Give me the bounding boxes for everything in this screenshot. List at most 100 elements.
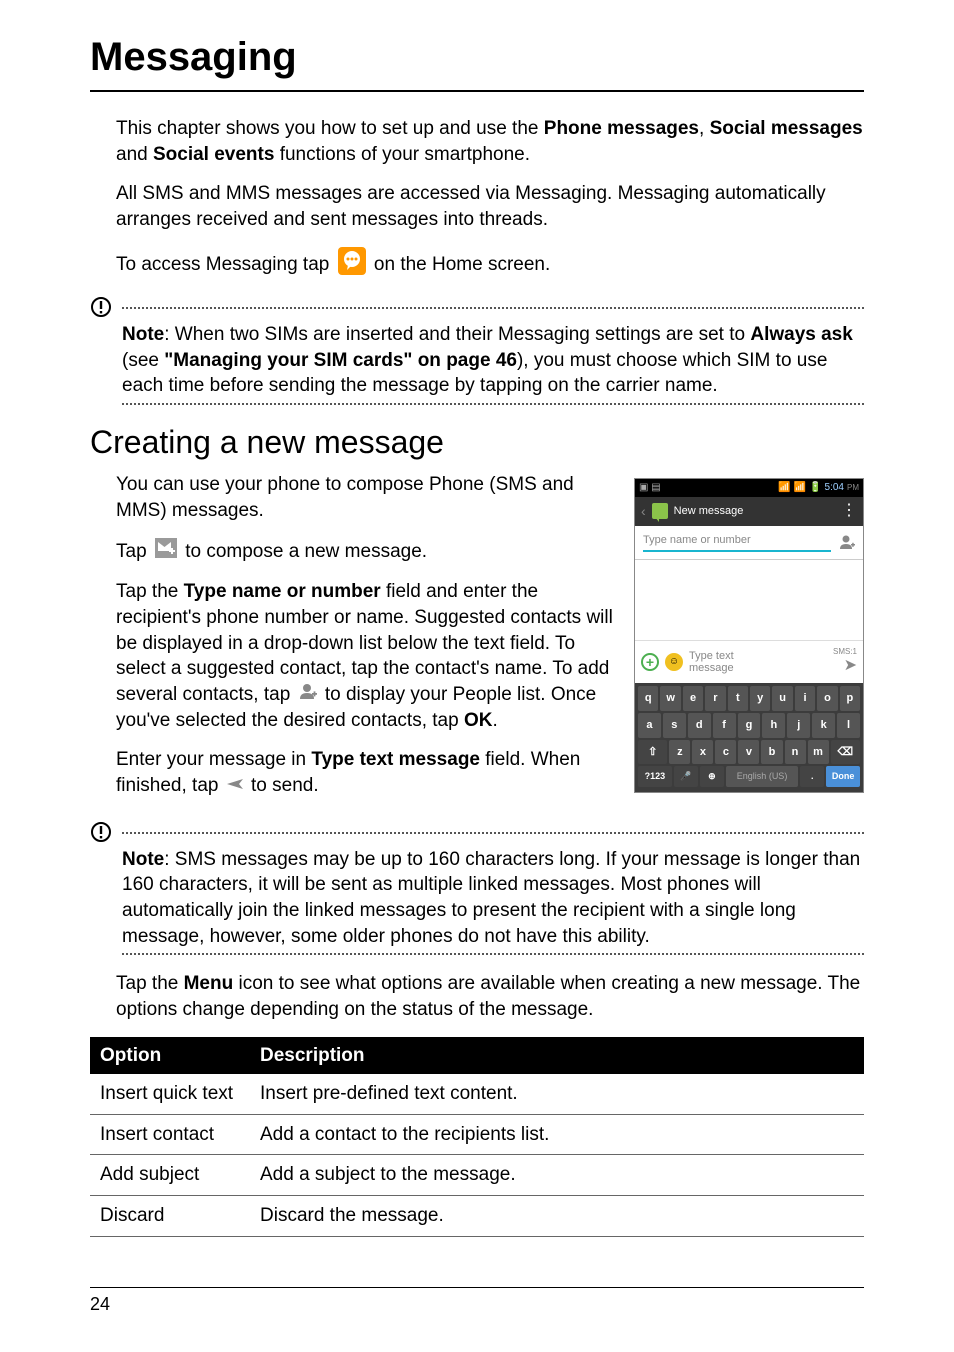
key[interactable]: r [705, 686, 725, 711]
attach-icon[interactable]: + [641, 653, 659, 671]
status-icons-right: 📶📶🔋 5:04 PM [778, 481, 859, 495]
intro-p1: This chapter shows you how to set up and… [116, 116, 864, 167]
cell-option: Discard [90, 1196, 250, 1237]
phone-screenshot: ▣ ▤ 📶📶🔋 5:04 PM ‹ New message ⋮ Type nam… [634, 478, 864, 792]
key[interactable]: l [837, 713, 860, 738]
text: Tap the [116, 973, 184, 994]
soft-keyboard: q w e r t y u i o p a s d f g h j k l ⇧ … [635, 683, 863, 792]
bold: "Managing your SIM cards" on page 46 [164, 350, 517, 371]
bold: Menu [184, 973, 234, 994]
phone-status-bar: ▣ ▤ 📶📶🔋 5:04 PM [635, 479, 863, 497]
text: message [689, 662, 734, 674]
compose-row: + ☺ Type text message SMS:1 ➤ [635, 640, 863, 683]
messaging-icon [652, 503, 668, 519]
text: : When two SIMs are inserted and their M… [164, 324, 750, 345]
screen-title: New message [674, 504, 744, 519]
text: and [116, 144, 153, 165]
page-title: Messaging [90, 30, 864, 84]
key[interactable]: n [785, 740, 806, 765]
compose-message-icon [155, 538, 177, 566]
back-icon[interactable]: ‹ [641, 502, 646, 521]
space-key[interactable]: English (US) [726, 766, 798, 786]
emoji-icon[interactable]: ☺ [665, 653, 683, 671]
key[interactable]: p [840, 686, 860, 711]
note-sim: Note: When two SIMs are inserted and the… [90, 296, 864, 409]
period-key[interactable]: . [800, 766, 824, 786]
key[interactable]: e [683, 686, 703, 711]
col-description: Description [250, 1037, 864, 1075]
alert-icon [90, 821, 112, 847]
add-contact-icon[interactable] [839, 534, 855, 550]
key[interactable]: f [713, 713, 736, 738]
status-pm: PM [847, 483, 859, 494]
text: (see [122, 350, 164, 371]
bold: Type text message [311, 749, 480, 770]
key[interactable]: b [761, 740, 782, 765]
cell-desc: Add a subject to the message. [250, 1155, 864, 1196]
key[interactable]: a [638, 713, 661, 738]
intro-p3: To access Messaging tap on the Home scre… [116, 247, 864, 283]
mic-key[interactable]: 🎤 [674, 766, 698, 786]
key[interactable]: g [738, 713, 761, 738]
text: , [699, 118, 710, 139]
key[interactable]: v [738, 740, 759, 765]
key[interactable]: u [772, 686, 792, 711]
key[interactable]: j [787, 713, 810, 738]
text: functions of your smartphone. [274, 144, 530, 165]
message-body-area [635, 560, 863, 640]
key[interactable]: s [663, 713, 686, 738]
backspace-key[interactable]: ⌫ [831, 740, 860, 765]
text: Tap [116, 540, 152, 561]
send-arrow-icon [227, 773, 243, 799]
section-title: Creating a new message [90, 421, 864, 464]
recipient-input[interactable]: Type name or number [643, 533, 831, 552]
add-contact-icon [299, 682, 317, 708]
text: . [492, 710, 497, 731]
menu-icon[interactable]: ⋮ [841, 503, 857, 519]
key[interactable]: x [692, 740, 713, 765]
compose-input[interactable]: Type text message [689, 650, 827, 674]
menu-paragraph: Tap the Menu icon to see what options ar… [116, 971, 864, 1022]
status-icons-left: ▣ ▤ [639, 481, 661, 495]
key[interactable]: o [817, 686, 837, 711]
done-key[interactable]: Done [826, 766, 860, 786]
page-footer: 24 [90, 1287, 864, 1316]
cell-desc: Insert pre-defined text content. [250, 1074, 864, 1114]
key[interactable]: k [812, 713, 835, 738]
globe-key[interactable]: ⊕ [700, 766, 724, 786]
key[interactable]: m [808, 740, 829, 765]
text: Tap the [116, 581, 184, 602]
col-option: Option [90, 1037, 250, 1075]
text: Type text [689, 650, 734, 662]
key[interactable]: t [728, 686, 748, 711]
key[interactable]: y [750, 686, 770, 711]
key[interactable]: d [688, 713, 711, 738]
key[interactable]: q [638, 686, 658, 711]
note-text: Note: SMS messages may be up to 160 char… [122, 847, 864, 950]
key[interactable]: i [795, 686, 815, 711]
bold: Type name or number [184, 581, 381, 602]
text: to send. [251, 775, 319, 796]
key[interactable]: c [715, 740, 736, 765]
bold: Phone messages [544, 118, 699, 139]
note-label: Note [122, 849, 164, 870]
send-icon[interactable]: ➤ [844, 655, 857, 677]
cell-option: Add subject [90, 1155, 250, 1196]
options-table: Option Description Insert quick text Ins… [90, 1037, 864, 1237]
shift-key[interactable]: ⇧ [638, 740, 667, 765]
page-number: 24 [90, 1294, 110, 1314]
table-row: Add subject Add a subject to the message… [90, 1155, 864, 1196]
bold: Always ask [750, 324, 852, 345]
key[interactable]: h [762, 713, 785, 738]
cell-desc: Add a contact to the recipients list. [250, 1114, 864, 1155]
key[interactable]: z [669, 740, 690, 765]
key[interactable]: w [660, 686, 680, 711]
note-sms-length: Note: SMS messages may be up to 160 char… [90, 821, 864, 960]
text: on the Home screen. [374, 253, 550, 274]
phone-titlebar: ‹ New message ⋮ [635, 497, 863, 526]
title-rule [90, 90, 864, 92]
cell-option: Insert quick text [90, 1074, 250, 1114]
note-text: Note: When two SIMs are inserted and the… [122, 322, 864, 399]
symbols-key[interactable]: ?123 [638, 766, 672, 786]
status-time: 5:04 [825, 481, 844, 495]
